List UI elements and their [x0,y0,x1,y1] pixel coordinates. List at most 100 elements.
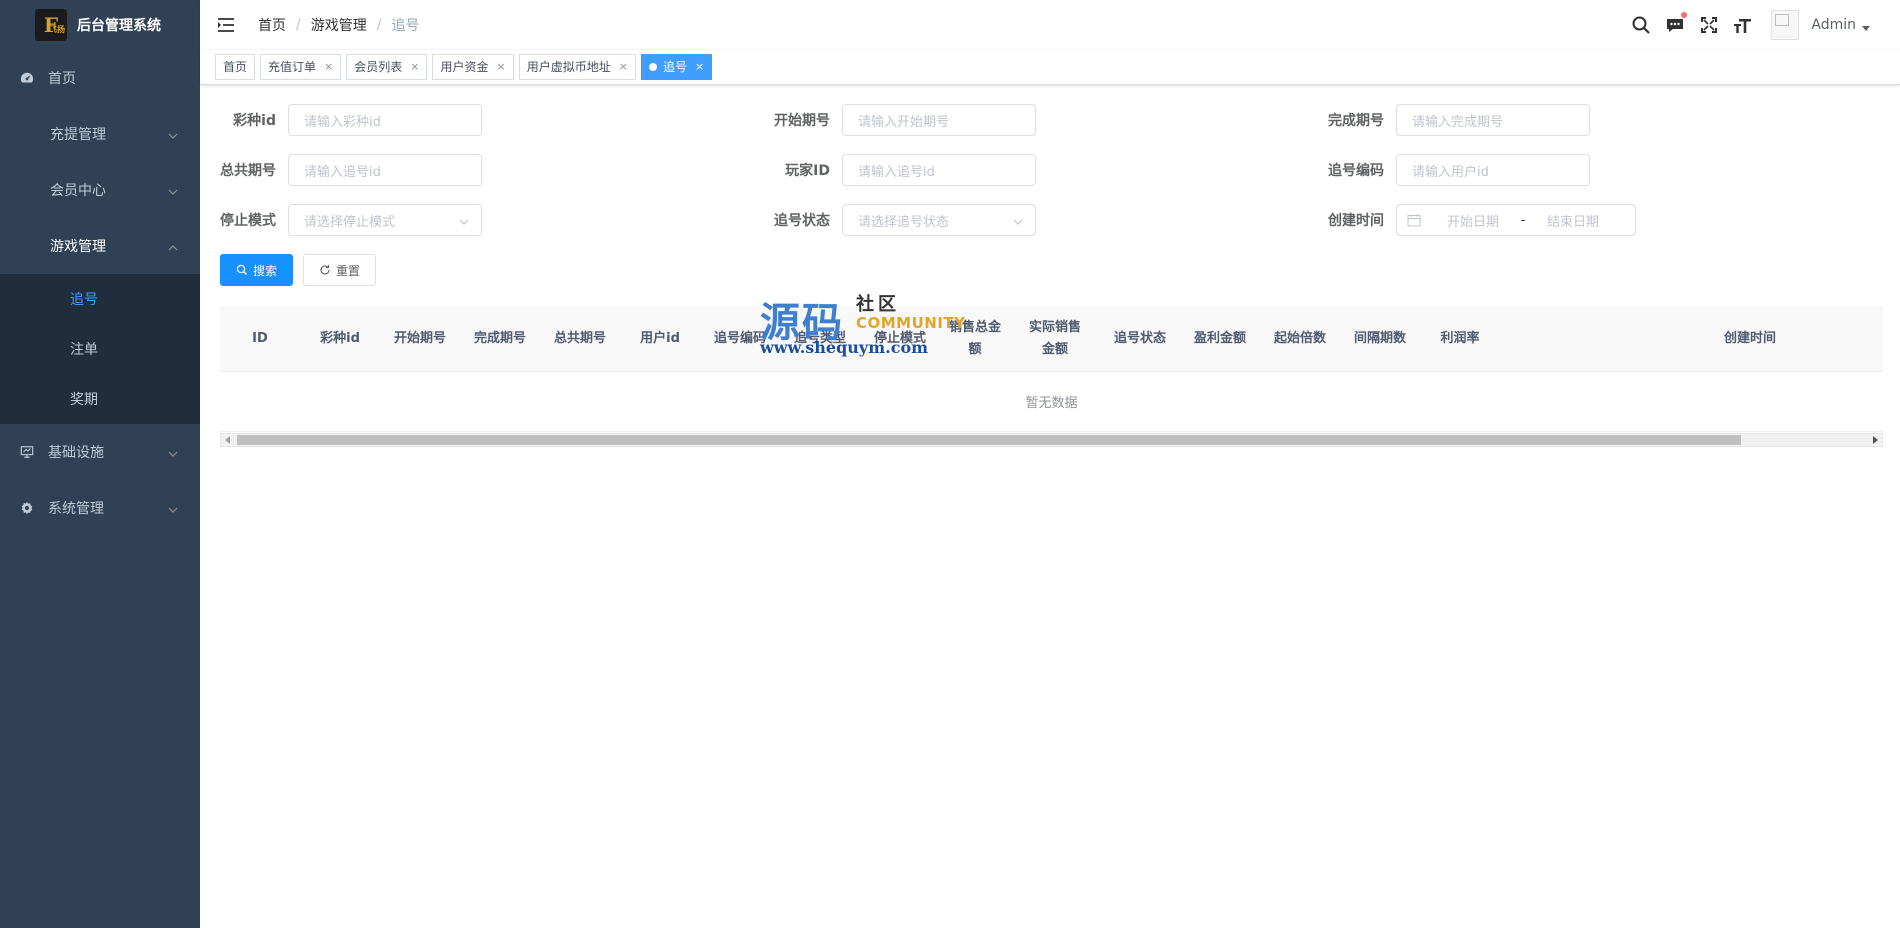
breadcrumb-separator: / [296,17,301,33]
scrollbar-thumb[interactable] [237,435,1741,445]
filter-lottery-id: 彩种id 请输入彩种id [220,104,482,136]
avatar[interactable] [1771,10,1800,40]
chase-status-select[interactable]: 请选择追号状态 [842,204,1036,236]
dashboard-icon [20,71,34,85]
username[interactable]: Admin [1811,17,1856,33]
filter-label: 完成期号 [1328,113,1384,129]
sidebar-item-system[interactable]: 系统管理 [0,480,200,536]
logo[interactable]: F 飞扬 后台管理系统 [0,0,200,50]
tag-home[interactable]: 首页 [215,54,256,80]
sidebar-item-infrastructure[interactable]: 基础设施 [0,424,200,480]
sidebar-item-game[interactable]: 游戏管理 [0,218,200,274]
column-header-start-issue[interactable]: 开始期号 [380,306,460,372]
column-header-interval[interactable]: 间隔期数 [1340,306,1420,372]
sidebar-item-members[interactable]: 会员中心 [0,162,200,218]
chevron-down-icon [168,185,178,195]
breadcrumb-home[interactable]: 首页 [258,15,286,35]
tag-label: 追号 [662,60,687,74]
search-button[interactable]: 搜索 [220,254,293,286]
sidebar-subitem-bets[interactable]: 注单 [0,324,200,374]
breadcrumb-game[interactable]: 游戏管理 [311,15,367,35]
chevron-down-icon [1013,216,1023,226]
filter-label: 开始期号 [774,113,830,129]
close-icon[interactable]: × [324,55,333,79]
tag-label: 充值订单 [268,60,317,74]
column-header-total-issue[interactable]: 总共期号 [540,306,620,372]
reset-button[interactable]: 重置 [303,254,376,286]
column-header-profit-rate[interactable]: 利润率 [1420,306,1500,372]
app-title: 后台管理系统 [77,18,161,34]
end-issue-input[interactable]: 请输入完成期号 [1396,104,1590,136]
sidebar-subitem-chase[interactable]: 追号 [0,274,200,324]
column-header-user-id[interactable]: 用户id [620,306,700,372]
chevron-down-icon [168,129,178,139]
sidebar-item-label: 会员中心 [50,183,106,199]
active-dot-icon [648,63,657,71]
end-date-input[interactable]: 结束日期 [1533,211,1613,230]
player-id-input[interactable]: 请输入追号id [842,154,1036,186]
logo-mark: F 飞扬 [35,9,67,41]
gear-icon [20,501,34,515]
start-date-input[interactable]: 开始日期 [1433,211,1513,230]
logo-mark-sub: 飞扬 [49,24,65,34]
table-horizontal-scrollbar[interactable] [220,433,1883,447]
sidebar-item-label: 系统管理 [48,501,104,517]
filter-chase-code: 追号编码 请输入用户id [1328,154,1590,186]
search-icon[interactable] [1631,15,1651,35]
tag-crypto-address[interactable]: 用户虚拟币地址 × [518,54,636,80]
lottery-id-input[interactable]: 请输入彩种id [288,104,482,136]
tag-user-funds[interactable]: 用户资金 × [432,54,514,80]
watermark-logo: 源码 社区 COMMUNITY www.shequym.com [760,290,965,360]
hamburger-icon[interactable] [216,15,236,35]
column-header-actual-sales[interactable]: 实际销售金额 [1025,306,1085,372]
tags-view: 首页 充值订单 × 会员列表 × 用户资金 × 用户虚拟币地址 × 追号 × [200,50,1900,85]
sidebar: F 飞扬 后台管理系统 首页 充提管理 会员中心 游戏管理 追号 注单 奖期 基… [0,0,200,928]
close-icon[interactable]: × [497,55,506,79]
column-header-start-multiple[interactable]: 起始倍数 [1260,306,1340,372]
close-icon[interactable]: × [695,55,704,79]
close-icon[interactable]: × [410,55,419,79]
created-time-range[interactable]: 开始日期 - 结束日期 [1396,204,1636,236]
column-header-id[interactable]: ID [220,306,300,372]
search-button-label: 搜索 [252,263,277,278]
column-header-chase-status[interactable]: 追号状态 [1100,306,1180,372]
sidebar-item-label: 首页 [48,71,76,87]
column-header-lottery-id[interactable]: 彩种id [300,306,380,372]
filter-label: 玩家ID [785,163,830,179]
breadcrumb: 首页 / 游戏管理 / 追号 [258,15,419,35]
filter-start-issue: 开始期号 请输入开始期号 [774,104,1036,136]
tag-member-list[interactable]: 会员列表 × [346,54,428,80]
chevron-down-icon [459,216,469,226]
fullscreen-icon[interactable] [1699,15,1719,35]
scroll-left-icon[interactable] [225,436,230,444]
sidebar-subitem-draws[interactable]: 奖期 [0,374,200,424]
tag-chase[interactable]: 追号 × [640,54,713,80]
caret-down-icon[interactable] [1862,25,1870,31]
filter-label: 停止模式 [220,213,276,229]
reset-button-label: 重置 [335,263,360,278]
column-header-end-issue[interactable]: 完成期号 [460,306,540,372]
select-placeholder: 请选择停止模式 [304,214,396,230]
close-icon[interactable]: × [619,55,628,79]
filter-label: 总共期号 [220,163,276,179]
tag-recharge-orders[interactable]: 充值订单 × [260,54,342,80]
chevron-up-icon [168,241,178,251]
stop-mode-select[interactable]: 请选择停止模式 [288,204,482,236]
column-header-profit[interactable]: 盈利金额 [1180,306,1260,372]
font-size-icon[interactable] [1733,15,1753,35]
start-issue-input[interactable]: 请输入开始期号 [842,104,1036,136]
navbar: 首页 / 游戏管理 / 追号 Admin [200,0,1900,50]
filter-label: 追号编码 [1328,163,1384,179]
message-icon[interactable] [1665,12,1688,35]
scroll-right-icon[interactable] [1873,436,1878,444]
sidebar-item-label: 游戏管理 [50,239,106,255]
sidebar-item-home[interactable]: 首页 [0,50,200,106]
column-header-created-time[interactable]: 创建时间 [1700,306,1800,372]
total-issue-input[interactable]: 请输入追号id [288,154,482,186]
sidebar-item-recharge[interactable]: 充提管理 [0,106,200,162]
filter-end-issue: 完成期号 请输入完成期号 [1328,104,1590,136]
app-root: F 飞扬 后台管理系统 首页 充提管理 会员中心 游戏管理 追号 注单 奖期 基… [0,0,1900,928]
search-icon [236,264,248,276]
chase-code-input[interactable]: 请输入用户id [1396,154,1590,186]
filter-chase-status: 追号状态 请选择追号状态 [774,204,1036,236]
